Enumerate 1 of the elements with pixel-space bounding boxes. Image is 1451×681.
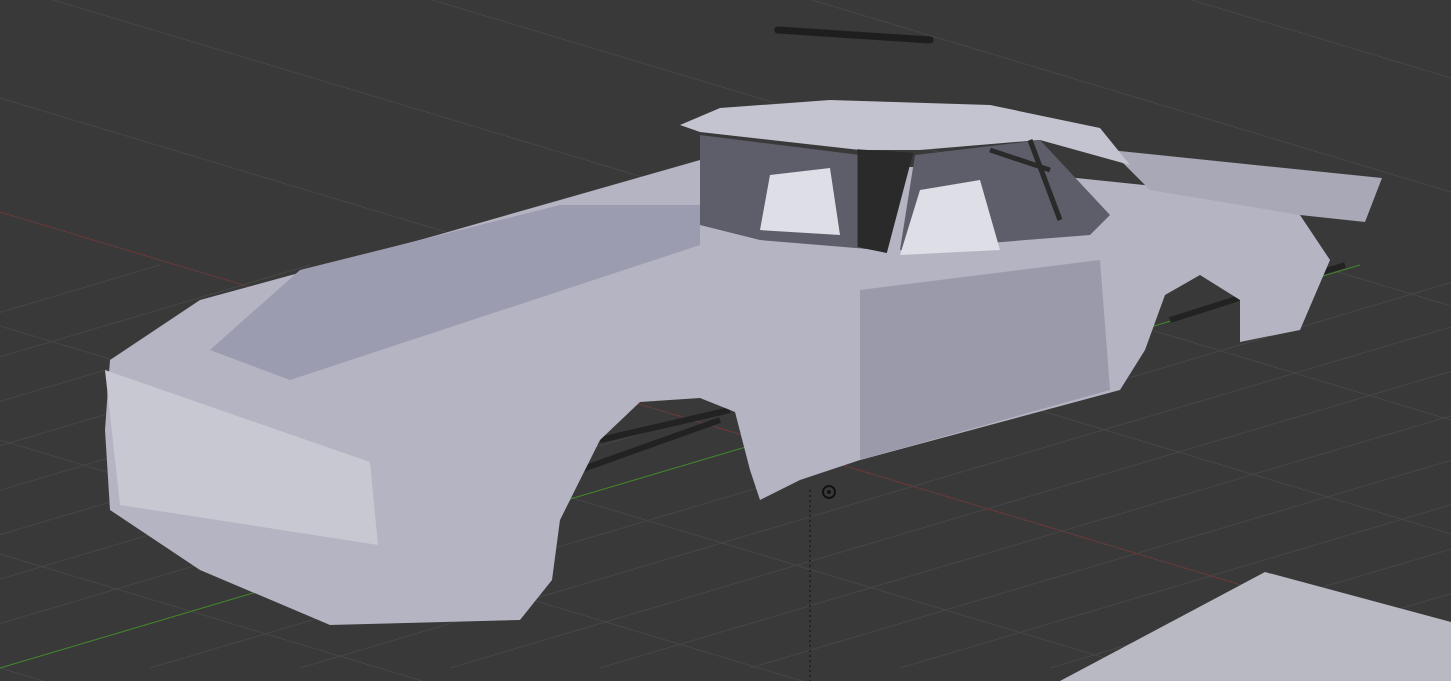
cursor-icon xyxy=(822,485,836,499)
